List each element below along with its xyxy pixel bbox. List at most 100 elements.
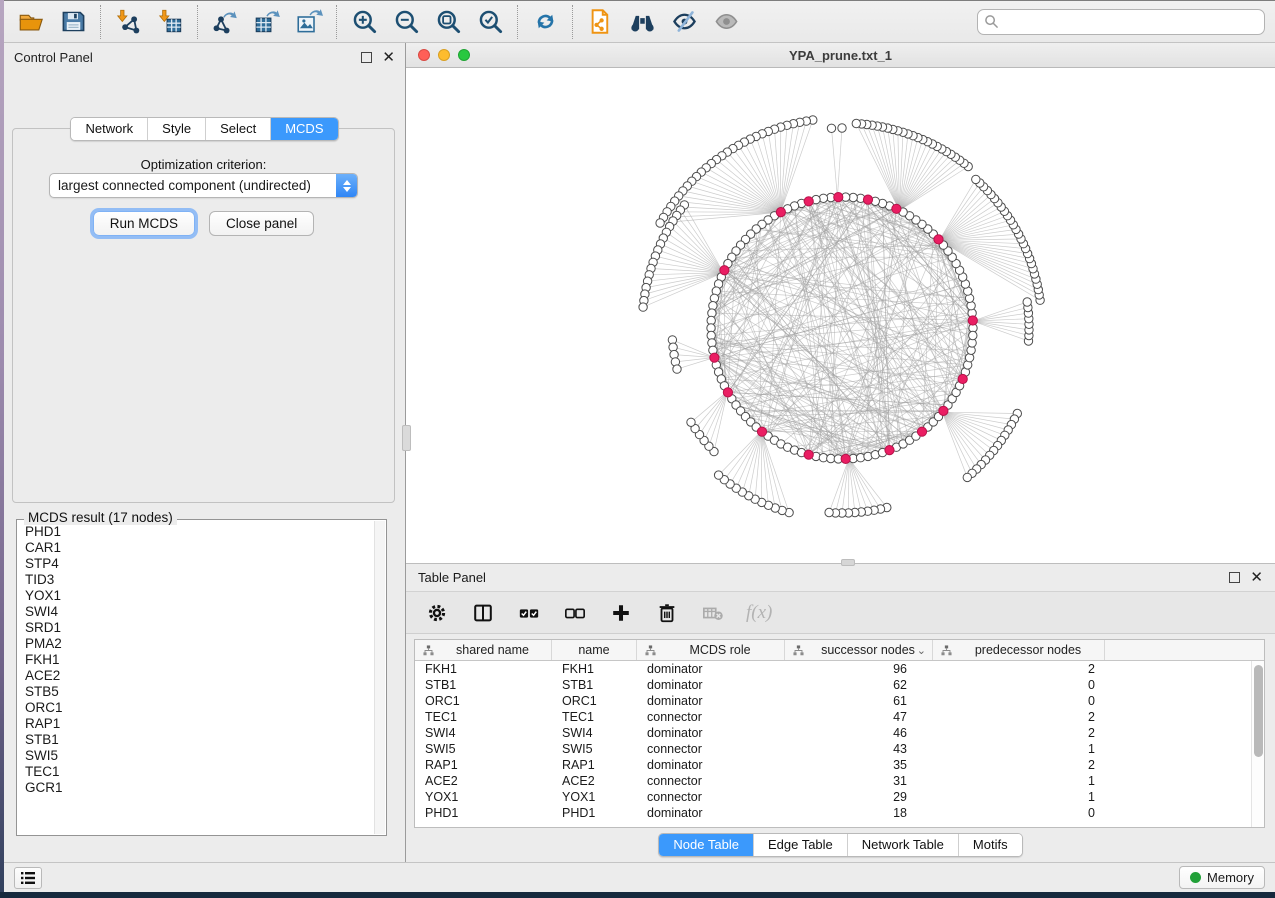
table-cell[interactable]: dominator bbox=[637, 757, 785, 773]
table-cell[interactable]: 35 bbox=[785, 757, 933, 773]
export-table-icon[interactable] bbox=[252, 7, 282, 37]
select-all-columns-icon[interactable] bbox=[516, 600, 542, 626]
table-cell[interactable]: 0 bbox=[933, 805, 1105, 821]
table-cell[interactable]: dominator bbox=[637, 677, 785, 693]
table-cell[interactable]: 1 bbox=[933, 741, 1105, 757]
table-cell[interactable]: YOX1 bbox=[415, 789, 552, 805]
result-scrollbar[interactable] bbox=[374, 521, 385, 834]
close-table-panel-icon[interactable]: ✕ bbox=[1250, 572, 1263, 583]
table-cell[interactable]: ORC1 bbox=[552, 693, 637, 709]
close-panel-icon[interactable]: ✕ bbox=[382, 52, 395, 63]
mcds-result-item[interactable]: YOX1 bbox=[23, 588, 373, 604]
export-image-icon[interactable] bbox=[294, 7, 324, 37]
network-document-icon[interactable] bbox=[585, 7, 615, 37]
run-mcds-button[interactable]: Run MCDS bbox=[93, 211, 195, 236]
table-cell[interactable]: 43 bbox=[785, 741, 933, 757]
mcds-result-item[interactable]: RAP1 bbox=[23, 716, 373, 732]
mcds-result-item[interactable]: TEC1 bbox=[23, 764, 373, 780]
table-cell[interactable]: PHD1 bbox=[415, 805, 552, 821]
table-cell[interactable]: connector bbox=[637, 709, 785, 725]
mcds-result-item[interactable]: TID3 bbox=[23, 572, 373, 588]
table-cell[interactable]: 31 bbox=[785, 773, 933, 789]
table-cell[interactable]: connector bbox=[637, 789, 785, 805]
tab-network[interactable]: Network bbox=[71, 118, 148, 140]
table-cell[interactable]: 1 bbox=[933, 789, 1105, 805]
table-cell[interactable]: 29 bbox=[785, 789, 933, 805]
mcds-result-item[interactable]: PHD1 bbox=[23, 524, 373, 540]
table-cell[interactable]: FKH1 bbox=[415, 661, 552, 677]
column-header-MCDS-role[interactable]: MCDS role bbox=[637, 640, 785, 660]
table-settings-gear-icon[interactable] bbox=[424, 600, 450, 626]
mcds-result-item[interactable]: PMA2 bbox=[23, 636, 373, 652]
create-column-icon[interactable] bbox=[608, 600, 634, 626]
hide-selected-icon[interactable] bbox=[669, 7, 699, 37]
table-scrollbar[interactable] bbox=[1251, 661, 1264, 827]
mcds-result-item[interactable]: GCR1 bbox=[23, 780, 373, 796]
table-cell[interactable]: dominator bbox=[637, 661, 785, 677]
table-cell[interactable]: SWI5 bbox=[552, 741, 637, 757]
delete-columns-icon[interactable] bbox=[654, 600, 680, 626]
table-cell[interactable]: ORC1 bbox=[415, 693, 552, 709]
table-row[interactable]: YOX1YOX1connector291 bbox=[415, 789, 1264, 805]
table-cell[interactable]: 18 bbox=[785, 805, 933, 821]
float-table-panel-icon[interactable] bbox=[1229, 572, 1240, 583]
column-header-successor-nodes[interactable]: successor nodes⌄ bbox=[785, 640, 933, 660]
zoom-selected-icon[interactable] bbox=[475, 7, 505, 37]
table-row[interactable]: SWI4SWI4dominator462 bbox=[415, 725, 1264, 741]
apply-layout-icon[interactable] bbox=[530, 7, 560, 37]
table-cell[interactable]: 62 bbox=[785, 677, 933, 693]
table-cell[interactable]: 2 bbox=[933, 661, 1105, 677]
table-cell[interactable]: 0 bbox=[933, 677, 1105, 693]
network-graph[interactable] bbox=[406, 68, 1275, 562]
zoom-out-icon[interactable] bbox=[391, 7, 421, 37]
table-cell[interactable]: 2 bbox=[933, 725, 1105, 741]
mcds-result-item[interactable]: ORC1 bbox=[23, 700, 373, 716]
mcds-result-item[interactable]: SWI5 bbox=[23, 748, 373, 764]
mcds-result-item[interactable]: SWI4 bbox=[23, 604, 373, 620]
table-cell[interactable]: STB1 bbox=[415, 677, 552, 693]
table-cell[interactable]: 2 bbox=[933, 709, 1105, 725]
mcds-result-item[interactable]: FKH1 bbox=[23, 652, 373, 668]
table-row[interactable]: FKH1FKH1dominator962 bbox=[415, 661, 1264, 677]
table-row[interactable]: RAP1RAP1dominator352 bbox=[415, 757, 1264, 773]
column-header-name[interactable]: name bbox=[552, 640, 637, 660]
table-cell[interactable]: SWI5 bbox=[415, 741, 552, 757]
mcds-result-item[interactable]: CAR1 bbox=[23, 540, 373, 556]
table-cell[interactable]: YOX1 bbox=[552, 789, 637, 805]
table-cell[interactable]: dominator bbox=[637, 693, 785, 709]
table-cell[interactable]: ACE2 bbox=[415, 773, 552, 789]
criterion-dropdown[interactable]: largest connected component (undirected) bbox=[49, 173, 358, 198]
function-builder-icon[interactable]: f(x) bbox=[746, 602, 772, 624]
show-all-icon[interactable] bbox=[711, 7, 741, 37]
mcds-result-item[interactable]: STB5 bbox=[23, 684, 373, 700]
delete-table-icon[interactable] bbox=[700, 600, 726, 626]
table-cell[interactable]: 47 bbox=[785, 709, 933, 725]
tab-network-table[interactable]: Network Table bbox=[848, 834, 959, 856]
mcds-result-item[interactable]: STP4 bbox=[23, 556, 373, 572]
table-row[interactable]: TEC1TEC1connector472 bbox=[415, 709, 1264, 725]
float-panel-icon[interactable] bbox=[361, 52, 372, 63]
close-panel-button[interactable]: Close panel bbox=[209, 211, 314, 236]
mcds-result-item[interactable]: STB1 bbox=[23, 732, 373, 748]
tab-node-table[interactable]: Node Table bbox=[659, 834, 754, 856]
table-row[interactable]: PHD1PHD1dominator180 bbox=[415, 805, 1264, 821]
table-row[interactable]: STB1STB1dominator620 bbox=[415, 677, 1264, 693]
table-cell[interactable]: 1 bbox=[933, 773, 1105, 789]
show-column-panel-icon[interactable] bbox=[470, 600, 496, 626]
table-cell[interactable]: 2 bbox=[933, 757, 1105, 773]
table-cell[interactable]: RAP1 bbox=[552, 757, 637, 773]
table-cell[interactable]: TEC1 bbox=[415, 709, 552, 725]
import-table-icon[interactable] bbox=[155, 7, 185, 37]
table-cell[interactable]: connector bbox=[637, 773, 785, 789]
table-cell[interactable]: SWI4 bbox=[415, 725, 552, 741]
mcds-result-item[interactable]: ACE2 bbox=[23, 668, 373, 684]
table-row[interactable]: SWI5SWI5connector431 bbox=[415, 741, 1264, 757]
tab-motifs[interactable]: Motifs bbox=[959, 834, 1022, 856]
memory-button[interactable]: Memory bbox=[1179, 866, 1265, 889]
table-cell[interactable]: ACE2 bbox=[552, 773, 637, 789]
import-network-icon[interactable] bbox=[113, 7, 143, 37]
mcds-result-item[interactable]: SRD1 bbox=[23, 620, 373, 636]
first-neighbors-icon[interactable] bbox=[627, 7, 657, 37]
tab-select[interactable]: Select bbox=[206, 118, 271, 140]
table-row[interactable]: ORC1ORC1dominator610 bbox=[415, 693, 1264, 709]
